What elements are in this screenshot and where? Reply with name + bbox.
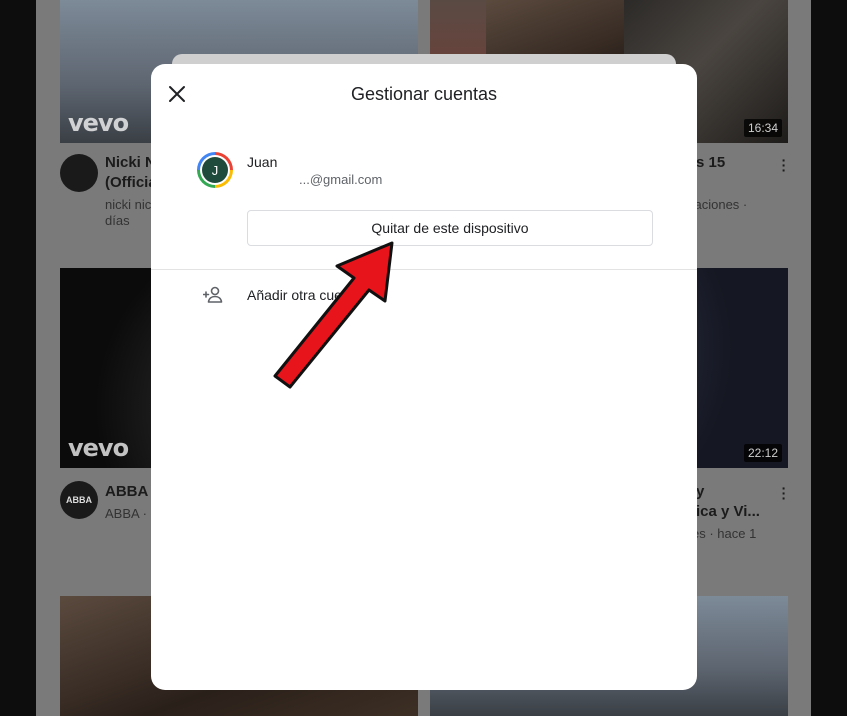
- video-meta: es · hace 1: [692, 526, 757, 541]
- more-options-icon[interactable]: · · ·: [781, 481, 787, 505]
- video-title[interactable]: ABBA: [105, 482, 148, 502]
- channel-avatar[interactable]: ABBA: [60, 481, 98, 519]
- device-frame: vevo 16:34 Nicki N (Officia nicki nic dí…: [0, 0, 847, 716]
- divider: [151, 269, 697, 270]
- add-account-label: Añadir otra cuenta: [247, 287, 362, 303]
- account-avatar: J: [197, 152, 233, 188]
- manage-accounts-dialog: Gestionar cuentas J Juan ...@gmail.com Q…: [151, 64, 697, 690]
- video-title-line2[interactable]: ica y Vi...: [696, 502, 760, 522]
- remove-from-device-button[interactable]: Quitar de este dispositivo: [247, 210, 653, 246]
- channel-avatar[interactable]: [60, 154, 98, 192]
- account-name: Juan: [247, 154, 278, 170]
- add-account-item[interactable]: Añadir otra cuenta: [151, 276, 697, 316]
- vevo-logo: vevo: [68, 109, 129, 137]
- account-email: ...@gmail.com: [299, 172, 383, 187]
- video-meta-line2: días: [105, 213, 130, 228]
- video-title[interactable]: Nicki N: [105, 153, 156, 173]
- video-meta: nicki nic: [105, 197, 152, 212]
- video-duration: 22:12: [743, 444, 782, 462]
- vevo-logo: vevo: [68, 434, 129, 462]
- more-options-icon[interactable]: · · ·: [781, 153, 787, 177]
- add-person-icon: [202, 284, 225, 306]
- video-title[interactable]: s 15: [696, 153, 725, 173]
- video-duration: 16:34: [743, 119, 782, 137]
- video-meta: ABBA ·: [105, 506, 147, 521]
- video-title-line2[interactable]: (Officia: [105, 173, 157, 193]
- dialog-title: Gestionar cuentas: [350, 84, 498, 104]
- video-title[interactable]: y: [696, 482, 704, 502]
- account-initial: J: [202, 157, 228, 183]
